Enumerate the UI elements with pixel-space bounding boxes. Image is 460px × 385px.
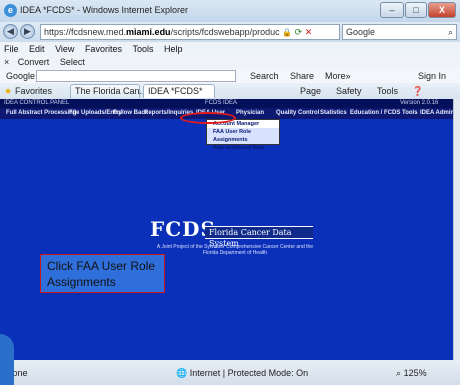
- highlight-ring: [180, 112, 236, 124]
- nav-idea-admin[interactable]: IDEA Admin: [420, 108, 453, 119]
- url-suffix: /scripts/fcdswebapp/produc: [170, 27, 280, 37]
- close-button[interactable]: X: [428, 2, 456, 18]
- instruction-callout: Click FAA User Role Assignments: [40, 254, 165, 293]
- forward-button[interactable]: ▶: [20, 24, 35, 39]
- google-search-input[interactable]: [36, 70, 236, 82]
- logo-subtitle: A Joint Project of the Sylvester Compreh…: [156, 244, 314, 256]
- google-search-button[interactable]: Search: [250, 69, 279, 83]
- search-engine-label: Google: [346, 27, 376, 37]
- google-signin-button[interactable]: Sign In: [418, 69, 446, 83]
- ie-logo-icon: e: [4, 4, 17, 17]
- minimize-button[interactable]: –: [380, 2, 404, 18]
- menu-edit[interactable]: Edit: [29, 44, 45, 54]
- browser-window: e IDEA *FCDS* - Windows Internet Explore…: [0, 0, 460, 385]
- safety-menu[interactable]: Safety: [336, 83, 362, 99]
- zoom-icon: ⌕: [396, 368, 402, 378]
- fcds-logo: FCDS Florida Cancer Data System A Joint …: [150, 217, 313, 256]
- url-domain: miami.edu: [126, 27, 171, 37]
- menu-tools[interactable]: Tools: [132, 44, 153, 54]
- favorites-star-icon[interactable]: ★: [4, 83, 12, 99]
- header-right: Version 2.0.16: [400, 100, 439, 106]
- convert-button[interactable]: Convert: [18, 57, 50, 67]
- vertical-scrollbar[interactable]: [453, 99, 460, 360]
- tools-menu[interactable]: Tools: [377, 83, 398, 99]
- tab-florida-cancer[interactable]: The Florida Can...: [70, 84, 147, 98]
- maximize-button[interactable]: □: [405, 2, 427, 18]
- google-share-button[interactable]: Share: [290, 69, 314, 83]
- search-box[interactable]: Google ⌕: [342, 24, 457, 40]
- google-label: Google: [6, 71, 36, 81]
- nav-statistics[interactable]: Statistics: [320, 108, 347, 119]
- decorative-corner: [0, 334, 14, 385]
- favorites-bar: ★ Favorites The Florida Can... IDEA *FCD…: [0, 83, 460, 99]
- dropdown-add-role[interactable]: Add additional Role: [207, 144, 279, 152]
- menu-file[interactable]: File: [4, 44, 19, 54]
- dropdown-faa-user-role[interactable]: FAA User Role Assignments: [207, 128, 279, 144]
- zone-text: Internet | Protected Mode: On: [189, 368, 309, 378]
- tab-idea-fcds[interactable]: IDEA *FCDS*: [143, 84, 215, 98]
- menu-view[interactable]: View: [55, 44, 74, 54]
- page-header: IDEA CONTROL PANEL FCDS IDEA Version 2.0…: [0, 99, 453, 108]
- help-icon[interactable]: ❓: [412, 83, 423, 99]
- tab-label: IDEA *FCDS*: [148, 86, 203, 96]
- address-bar: ◀ ▶ https://fcdsnew.med.miami.edu/script…: [0, 22, 460, 42]
- nav-physician[interactable]: Physician: [236, 108, 264, 119]
- url-prefix: https://fcdsnew.med.: [44, 27, 127, 37]
- window-title: IDEA *FCDS* - Windows Internet Explorer: [20, 5, 189, 15]
- favorites-button[interactable]: Favorites: [15, 83, 52, 99]
- stop-icon[interactable]: ✕: [305, 27, 313, 37]
- tab-label: The Florida Can...: [75, 86, 148, 96]
- page-menu[interactable]: Page: [300, 83, 321, 99]
- globe-icon: 🌐: [176, 368, 188, 378]
- lock-icon[interactable]: 🔒: [282, 26, 292, 39]
- zoom-level: 125%: [403, 368, 427, 378]
- header-left: IDEA CONTROL PANEL: [4, 100, 70, 106]
- title-bar: e IDEA *FCDS* - Windows Internet Explore…: [0, 0, 460, 22]
- back-button[interactable]: ◀: [3, 24, 18, 39]
- logo-name: Florida Cancer Data System: [205, 226, 313, 248]
- google-toolbar: Google Search Share More» Sign In: [0, 69, 460, 83]
- nav-quality-control[interactable]: Quality Control: [276, 108, 319, 119]
- refresh-icon[interactable]: ⟳: [295, 27, 303, 37]
- zoom-control[interactable]: ⌕ 125%: [396, 368, 427, 379]
- search-icon[interactable]: ⌕: [448, 25, 453, 39]
- nav-follow-back[interactable]: Follow Back: [113, 108, 148, 119]
- nav-education[interactable]: Education / FCDS Tools: [350, 108, 418, 119]
- menu-bar: File Edit View Favorites Tools Help: [0, 42, 460, 56]
- header-center: FCDS IDEA: [205, 100, 238, 106]
- status-bar: Done 🌐 Internet | Protected Mode: On ⌕ 1…: [0, 360, 460, 385]
- close-toolbar-icon[interactable]: ×: [4, 57, 9, 67]
- convert-toolbar: × Convert Select: [0, 56, 460, 69]
- select-button[interactable]: Select: [60, 57, 85, 67]
- menu-help[interactable]: Help: [164, 44, 183, 54]
- menu-favorites[interactable]: Favorites: [85, 44, 122, 54]
- web-page: IDEA CONTROL PANEL FCDS IDEA Version 2.0…: [0, 99, 453, 360]
- nav-full-abstract[interactable]: Full Abstract Processing: [6, 108, 76, 119]
- url-input[interactable]: https://fcdsnew.med.miami.edu/scripts/fc…: [40, 24, 340, 40]
- google-more-button[interactable]: More»: [325, 69, 351, 83]
- zone-indicator: 🌐 Internet | Protected Mode: On: [176, 368, 308, 379]
